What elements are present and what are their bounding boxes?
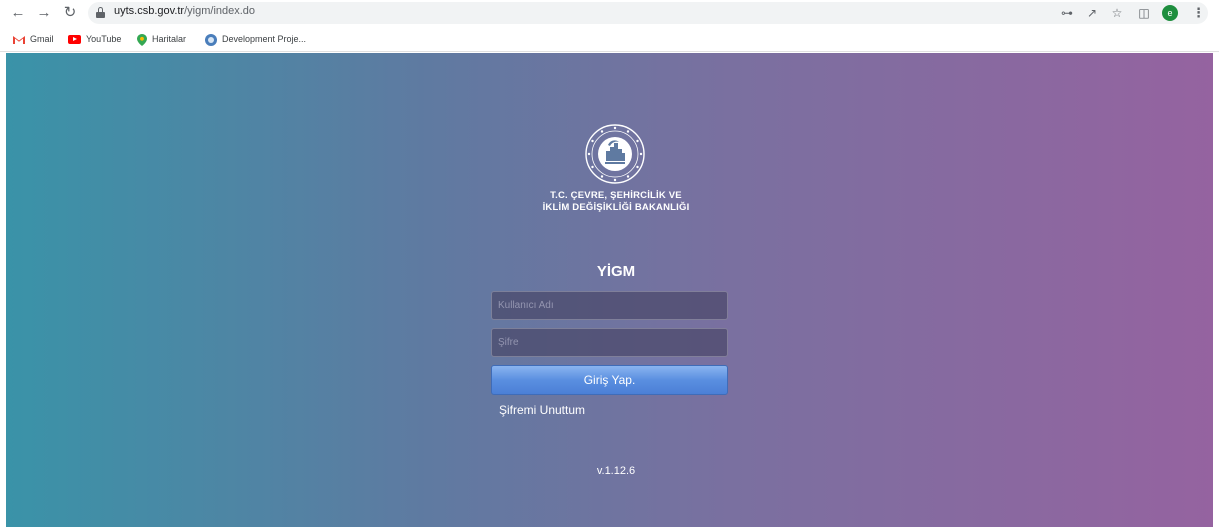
reload-icon[interactable]: ↻ [60, 3, 80, 23]
page-viewport: T.C. ÇEVRE, ŞEHİRCİLİK VE İKLİM DEĞİŞİKL… [6, 53, 1213, 527]
ministry-emblem-icon [584, 123, 646, 185]
forward-icon[interactable]: → [34, 3, 54, 23]
ministry-name-line1: T.C. ÇEVRE, ŞEHİRCİLİK VE [550, 190, 682, 201]
gmail-icon [13, 35, 25, 45]
bookmarks-bar: Gmail YouTube Haritalar Development Proj… [0, 26, 1219, 52]
app-title: YİGM [596, 263, 636, 280]
forgot-password-link[interactable]: Şifremi Unuttum [499, 403, 585, 417]
bookmark-label: YouTube [86, 34, 122, 44]
login-button[interactable]: Giriş Yap. [491, 365, 728, 395]
password-input[interactable] [491, 328, 728, 357]
lock-icon[interactable] [96, 7, 105, 18]
url-host: uyts.csb.gov.tr [114, 5, 185, 17]
menu-icon[interactable]: ⋮ [1192, 4, 1205, 22]
bookmark-label: Development Proje... [222, 34, 307, 44]
bookmark-label: Gmail [30, 34, 54, 44]
bookmark-youtube[interactable]: YouTube [68, 32, 121, 46]
version-label: v.1.12.6 [596, 465, 636, 477]
ministry-name-line2: İKLİM DEĞİŞİKLİĞİ BAKANLIĞI [542, 202, 690, 213]
username-input[interactable] [491, 291, 728, 320]
url-path: /yigm/index.do [184, 5, 256, 17]
key-icon[interactable]: ⊶ [1058, 4, 1076, 22]
side-panel-icon[interactable]: ◫ [1135, 4, 1153, 22]
star-icon[interactable]: ☆ [1108, 4, 1126, 22]
globe-icon [205, 33, 217, 46]
browser-toolbar: ← → ↻ uyts.csb.gov.tr/yigm/index.do ⊶ ↗ … [0, 0, 1219, 26]
maps-icon [137, 33, 147, 46]
bookmark-development[interactable]: Development Proje... [205, 32, 306, 46]
address-bar[interactable] [88, 2, 1208, 24]
ministry-name: T.C. ÇEVRE, ŞEHİRCİLİK VE İKLİM DEĞİŞİKL… [491, 190, 741, 214]
youtube-icon [68, 35, 81, 45]
url-text[interactable]: uyts.csb.gov.tr/yigm/index.do [114, 5, 255, 17]
bookmark-label: Haritalar [152, 34, 187, 44]
profile-avatar[interactable]: e [1162, 5, 1178, 21]
back-icon[interactable]: ← [8, 3, 28, 23]
bookmark-maps[interactable]: Haritalar [137, 32, 186, 46]
share-icon[interactable]: ↗ [1083, 4, 1101, 22]
bookmark-gmail[interactable]: Gmail [13, 32, 54, 46]
